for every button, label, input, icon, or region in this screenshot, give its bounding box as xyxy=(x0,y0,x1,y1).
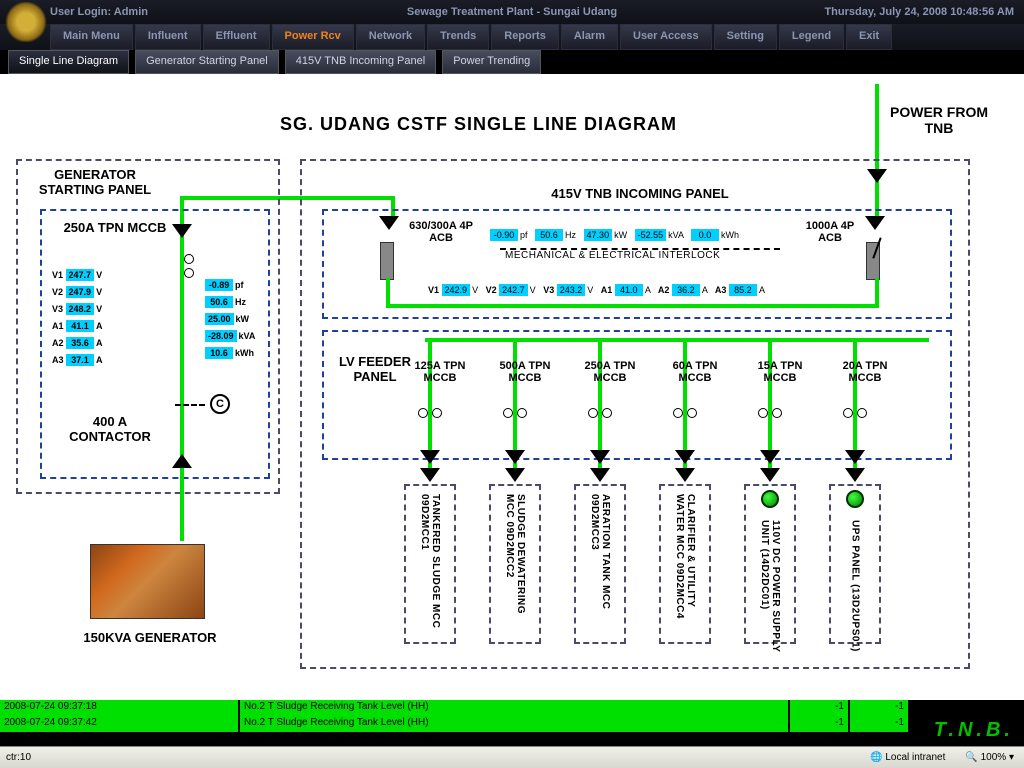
sub-menu: Single Line DiagramGenerator Starting Pa… xyxy=(0,50,1024,74)
feeder-breaker-label: 20A TPN MCCB xyxy=(825,360,905,384)
bus-hline xyxy=(386,304,879,308)
contactor-line xyxy=(175,404,205,406)
breaker-sym xyxy=(184,254,194,264)
menu-alarm[interactable]: Alarm xyxy=(561,24,618,50)
tnb-logo: T.N.B. xyxy=(934,719,1014,742)
load-box: 110V DC POWER SUPPLY UNIT (14D2DC01) xyxy=(744,484,796,644)
load-box: CLARIFIER & UTILITY WATER MCC 09D2MCC4 xyxy=(659,484,711,644)
arrow-icon xyxy=(865,216,885,230)
bus-vline xyxy=(386,278,390,306)
status-ctr: ctr:10 xyxy=(0,752,31,763)
generator-image xyxy=(90,544,205,619)
submenu-item[interactable]: Power Trending xyxy=(442,50,541,74)
gen-contactor-label: 400 A CONTACTOR xyxy=(55,414,165,444)
alarm-row[interactable]: 2008-07-24 09:37:42No.2 T Sludge Receivi… xyxy=(0,716,1024,732)
feeder-breaker-label: 125A TPN MCCB xyxy=(400,360,480,384)
interlock-line xyxy=(500,248,780,250)
feeder-breaker-label: 15A TPN MCCB xyxy=(740,360,820,384)
submenu-item[interactable]: 415V TNB Incoming Panel xyxy=(285,50,436,74)
arrow-icon xyxy=(379,216,399,230)
menu-power-rcv[interactable]: Power Rcv xyxy=(272,24,354,50)
status-lamp-icon xyxy=(761,490,779,508)
status-zone: 🌐 Local intranet xyxy=(870,752,965,763)
main-menu: Main MenuInfluentEffluentPower RcvNetwor… xyxy=(0,24,1024,50)
gen-voltage-readings: V1 247.7VV2 247.9VV3 248.2VA1 41.1AA2 35… xyxy=(52,264,103,371)
arrow-icon xyxy=(172,224,192,238)
load-box: UPS PANEL (13D2UPS01) xyxy=(829,484,881,644)
datetime: Thursday, July 24, 2008 10:48:56 AM xyxy=(724,6,1024,18)
menu-effluent[interactable]: Effluent xyxy=(203,24,270,50)
menu-exit[interactable]: Exit xyxy=(846,24,892,50)
acb-left-sym xyxy=(380,242,394,280)
gen-panel-label: GENERATOR STARTING PANEL xyxy=(20,167,170,197)
crest-logo xyxy=(4,2,48,42)
feeder-breaker-label: 250A TPN MCCB xyxy=(570,360,650,384)
gen-breaker-label: 250A TPN MCCB xyxy=(60,220,170,235)
submenu-item[interactable]: Single Line Diagram xyxy=(8,50,129,74)
load-box: AERATION TANK MCC 09D2MCC3 xyxy=(574,484,626,644)
menu-reports[interactable]: Reports xyxy=(491,24,559,50)
menu-network[interactable]: Network xyxy=(356,24,425,50)
diagram-title: SG. UDANG CSTF SINGLE LINE DIAGRAM xyxy=(280,114,677,135)
topbar: User Login: Admin Sewage Treatment Plant… xyxy=(0,0,1024,24)
bus-vline2 xyxy=(875,278,879,306)
load-box: TANKERED SLUDGE MCC 09D2MCC1 xyxy=(404,484,456,644)
feeder-breaker-label: 500A TPN MCCB xyxy=(485,360,565,384)
tnb-bus-readings: V1 242.9V V2 242.7V V3 243.2V A1 41.0A A… xyxy=(428,284,765,296)
tnb-top-meters: -0.90pf 50.6Hz 47.30kW -52.55kVA 0.0kWh xyxy=(490,229,739,241)
alarm-bar: 2008-07-24 09:37:18No.2 T Sludge Receivi… xyxy=(0,700,1024,746)
menu-trends[interactable]: Trends xyxy=(427,24,489,50)
interlock-label: MECHANICAL & ELECTRICAL INTERLOCK xyxy=(505,250,720,261)
acb-right-label: 1000A 4P ACB xyxy=(800,220,860,244)
gen-label: 150KVA GENERATOR xyxy=(60,630,240,645)
status-zoom: 🔍 100% ▾ xyxy=(965,752,1024,763)
menu-influent[interactable]: Influent xyxy=(135,24,201,50)
menu-legend[interactable]: Legend xyxy=(779,24,844,50)
status-lamp-icon xyxy=(846,490,864,508)
status-bar: ctr:10 🌐 Local intranet 🔍 100% ▾ xyxy=(0,746,1024,768)
alarm-row[interactable]: 2008-07-24 09:37:18No.2 T Sludge Receivi… xyxy=(0,700,1024,716)
menu-main-menu[interactable]: Main Menu xyxy=(50,24,133,50)
feeder-breaker-label: 60A TPN MCCB xyxy=(655,360,735,384)
gen-vline xyxy=(180,216,184,541)
arrow-icon xyxy=(172,454,192,468)
menu-user-access[interactable]: User Access xyxy=(620,24,712,50)
plant-title: Sewage Treatment Plant - Sungai Udang xyxy=(300,6,724,18)
lv-inner-panel xyxy=(322,330,952,460)
submenu-item[interactable]: Generator Starting Panel xyxy=(135,50,279,74)
power-from-label: POWER FROM TNB xyxy=(874,104,1004,136)
breaker-sym xyxy=(184,268,194,278)
acb-left-label: 630/300A 4P ACB xyxy=(400,220,482,244)
diagram-canvas: SG. UDANG CSTF SINGLE LINE DIAGRAM POWER… xyxy=(0,74,1024,694)
gen-meter-readings: -0.89pf50.6Hz25.00kW-28.09kVA10.6kWh xyxy=(205,274,255,364)
tnb-panel-label: 415V TNB INCOMING PANEL xyxy=(500,186,780,201)
menu-setting[interactable]: Setting xyxy=(714,24,777,50)
load-box: SLUDGE DEWATERING MCC 09D2MCC2 xyxy=(489,484,541,644)
contactor-c-icon: C xyxy=(210,394,230,414)
